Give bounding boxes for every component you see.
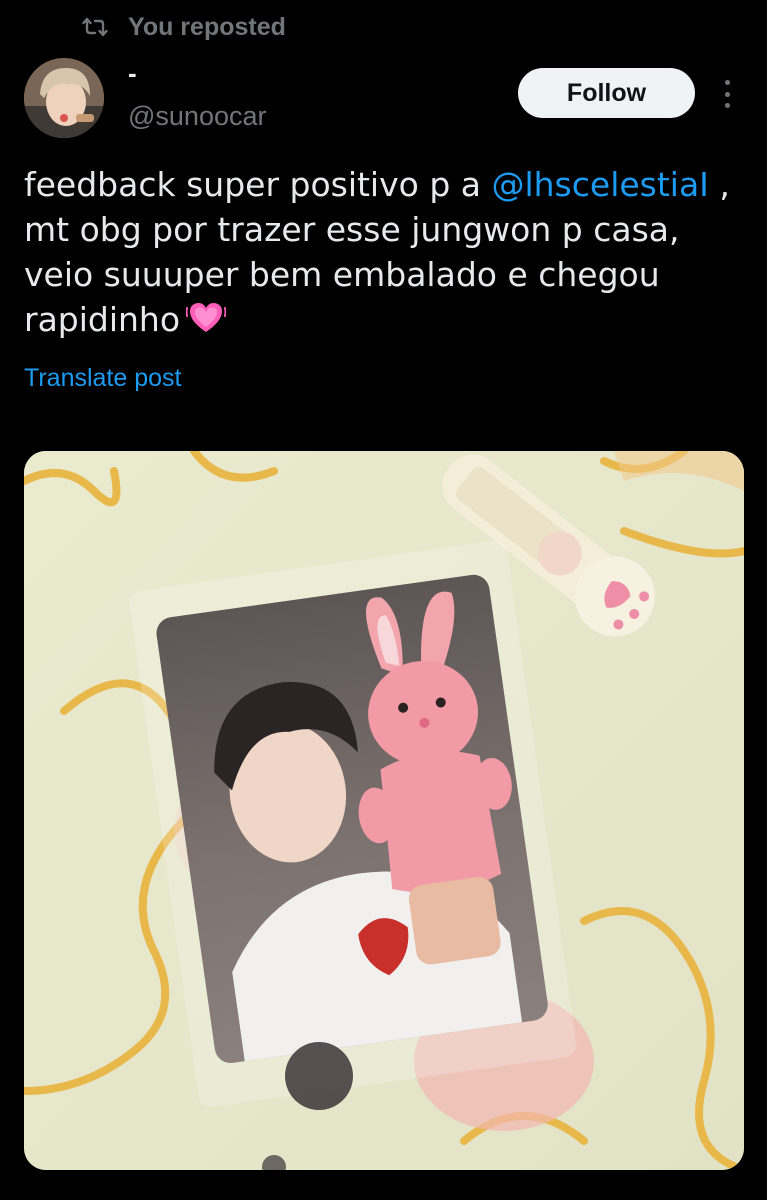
follow-button[interactable]: Follow — [518, 68, 695, 118]
post-text: feedback super positivo p a @lhscelestia… — [24, 162, 754, 347]
more-options-icon[interactable] — [715, 74, 739, 114]
display-name[interactable]: - — [128, 58, 137, 88]
avatar[interactable] — [24, 58, 104, 138]
repost-header: You reposted — [82, 10, 286, 44]
repost-label: You reposted — [128, 12, 286, 41]
post-text-start: feedback super positivo p a — [24, 165, 492, 204]
mention-link[interactable]: @lhscelestiaI — [491, 165, 708, 204]
post-photo[interactable] — [24, 451, 744, 1170]
repost-icon — [82, 14, 108, 40]
growing-heart-emoji — [185, 300, 227, 347]
translate-post-link[interactable]: Translate post — [24, 364, 181, 393]
user-handle[interactable]: @sunoocar — [128, 98, 266, 134]
